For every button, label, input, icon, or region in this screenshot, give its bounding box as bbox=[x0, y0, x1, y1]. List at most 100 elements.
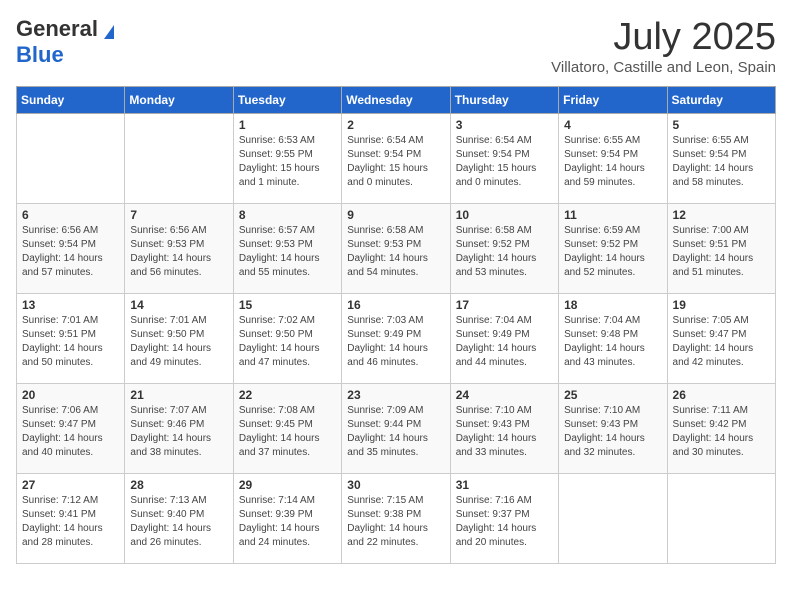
day-info: Sunrise: 6:58 AM Sunset: 9:52 PM Dayligh… bbox=[456, 224, 553, 280]
day-cell: 28 Sunrise: 7:13 AM Sunset: 9:40 PM Dayli… bbox=[125, 474, 233, 564]
day-info: Sunrise: 7:10 AM Sunset: 9:43 PM Dayligh… bbox=[564, 404, 661, 460]
header-row: SundayMondayTuesdayWednesdayThursdayFrid… bbox=[17, 87, 776, 114]
day-number: 13 bbox=[22, 298, 119, 312]
day-number: 12 bbox=[673, 208, 770, 222]
month-title: July 2025 bbox=[551, 16, 776, 59]
day-number: 16 bbox=[347, 298, 444, 312]
day-info: Sunrise: 7:05 AM Sunset: 9:47 PM Dayligh… bbox=[673, 314, 770, 370]
day-number: 7 bbox=[130, 208, 227, 222]
day-number: 11 bbox=[564, 208, 661, 222]
day-number: 18 bbox=[564, 298, 661, 312]
day-number: 6 bbox=[22, 208, 119, 222]
day-info: Sunrise: 7:06 AM Sunset: 9:47 PM Dayligh… bbox=[22, 404, 119, 460]
day-cell: 5 Sunrise: 6:55 AM Sunset: 9:54 PM Daylig… bbox=[667, 114, 775, 204]
day-number: 27 bbox=[22, 478, 119, 492]
day-info: Sunrise: 7:01 AM Sunset: 9:51 PM Dayligh… bbox=[22, 314, 119, 370]
day-number: 9 bbox=[347, 208, 444, 222]
logo-general-text: General bbox=[16, 16, 98, 41]
day-header-tuesday: Tuesday bbox=[233, 87, 341, 114]
calendar-table: SundayMondayTuesdayWednesdayThursdayFrid… bbox=[16, 86, 776, 564]
day-cell: 7 Sunrise: 6:56 AM Sunset: 9:53 PM Daylig… bbox=[125, 204, 233, 294]
day-cell: 13 Sunrise: 7:01 AM Sunset: 9:51 PM Dayli… bbox=[17, 294, 125, 384]
day-info: Sunrise: 7:04 AM Sunset: 9:49 PM Dayligh… bbox=[456, 314, 553, 370]
day-number: 15 bbox=[239, 298, 336, 312]
day-number: 28 bbox=[130, 478, 227, 492]
day-header-thursday: Thursday bbox=[450, 87, 558, 114]
day-cell: 15 Sunrise: 7:02 AM Sunset: 9:50 PM Dayli… bbox=[233, 294, 341, 384]
day-cell: 16 Sunrise: 7:03 AM Sunset: 9:49 PM Dayli… bbox=[342, 294, 450, 384]
day-header-sunday: Sunday bbox=[17, 87, 125, 114]
day-cell: 14Sunrise: 7:01 AM Sunset: 9:50 PM Dayli… bbox=[125, 294, 233, 384]
day-info: Sunrise: 7:04 AM Sunset: 9:48 PM Dayligh… bbox=[564, 314, 661, 370]
day-number: 5 bbox=[673, 118, 770, 132]
day-number: 29 bbox=[239, 478, 336, 492]
day-number: 26 bbox=[673, 388, 770, 402]
day-info: Sunrise: 7:00 AM Sunset: 9:51 PM Dayligh… bbox=[673, 224, 770, 280]
day-info: Sunrise: 7:12 AM Sunset: 9:41 PM Dayligh… bbox=[22, 494, 119, 550]
day-info: Sunrise: 7:03 AM Sunset: 9:49 PM Dayligh… bbox=[347, 314, 444, 370]
day-info: Sunrise: 6:54 AM Sunset: 9:54 PM Dayligh… bbox=[347, 134, 444, 190]
day-cell: 26Sunrise: 7:11 AM Sunset: 9:42 PM Dayli… bbox=[667, 384, 775, 474]
day-info: Sunrise: 6:57 AM Sunset: 9:53 PM Dayligh… bbox=[239, 224, 336, 280]
day-number: 23 bbox=[347, 388, 444, 402]
header: General Blue July 2025 Villatoro, Castil… bbox=[16, 16, 776, 76]
week-row-1: 1Sunrise: 6:53 AM Sunset: 9:55 PM Daylig… bbox=[17, 114, 776, 204]
day-info: Sunrise: 7:09 AM Sunset: 9:44 PM Dayligh… bbox=[347, 404, 444, 460]
day-cell: 23 Sunrise: 7:09 AM Sunset: 9:44 PM Dayli… bbox=[342, 384, 450, 474]
day-cell: 11 Sunrise: 6:59 AM Sunset: 9:52 PM Dayli… bbox=[559, 204, 667, 294]
day-header-monday: Monday bbox=[125, 87, 233, 114]
day-info: Sunrise: 6:55 AM Sunset: 9:54 PM Dayligh… bbox=[673, 134, 770, 190]
day-info: Sunrise: 7:13 AM Sunset: 9:40 PM Dayligh… bbox=[130, 494, 227, 550]
day-cell bbox=[667, 474, 775, 564]
day-number: 24 bbox=[456, 388, 553, 402]
day-info: Sunrise: 7:08 AM Sunset: 9:45 PM Dayligh… bbox=[239, 404, 336, 460]
day-info: Sunrise: 7:10 AM Sunset: 9:43 PM Dayligh… bbox=[456, 404, 553, 460]
day-cell: 21Sunrise: 7:07 AM Sunset: 9:46 PM Dayli… bbox=[125, 384, 233, 474]
logo: General Blue bbox=[16, 16, 114, 68]
day-info: Sunrise: 6:58 AM Sunset: 9:53 PM Dayligh… bbox=[347, 224, 444, 280]
day-cell: 8 Sunrise: 6:57 AM Sunset: 9:53 PM Daylig… bbox=[233, 204, 341, 294]
day-header-wednesday: Wednesday bbox=[342, 87, 450, 114]
day-cell: 17Sunrise: 7:04 AM Sunset: 9:49 PM Dayli… bbox=[450, 294, 558, 384]
week-row-3: 13 Sunrise: 7:01 AM Sunset: 9:51 PM Dayli… bbox=[17, 294, 776, 384]
day-info: Sunrise: 7:07 AM Sunset: 9:46 PM Dayligh… bbox=[130, 404, 227, 460]
day-info: Sunrise: 6:53 AM Sunset: 9:55 PM Dayligh… bbox=[239, 134, 336, 190]
day-cell bbox=[559, 474, 667, 564]
day-cell: 4Sunrise: 6:55 AM Sunset: 9:54 PM Daylig… bbox=[559, 114, 667, 204]
day-cell: 9 Sunrise: 6:58 AM Sunset: 9:53 PM Daylig… bbox=[342, 204, 450, 294]
day-number: 2 bbox=[347, 118, 444, 132]
day-info: Sunrise: 6:56 AM Sunset: 9:54 PM Dayligh… bbox=[22, 224, 119, 280]
day-cell: 31Sunrise: 7:16 AM Sunset: 9:37 PM Dayli… bbox=[450, 474, 558, 564]
day-number: 30 bbox=[347, 478, 444, 492]
day-header-friday: Friday bbox=[559, 87, 667, 114]
day-info: Sunrise: 7:01 AM Sunset: 9:50 PM Dayligh… bbox=[130, 314, 227, 370]
day-cell: 29 Sunrise: 7:14 AM Sunset: 9:39 PM Dayli… bbox=[233, 474, 341, 564]
day-cell: 10 Sunrise: 6:58 AM Sunset: 9:52 PM Dayli… bbox=[450, 204, 558, 294]
day-info: Sunrise: 6:59 AM Sunset: 9:52 PM Dayligh… bbox=[564, 224, 661, 280]
day-info: Sunrise: 7:15 AM Sunset: 9:38 PM Dayligh… bbox=[347, 494, 444, 550]
day-cell: 24 Sunrise: 7:10 AM Sunset: 9:43 PM Dayli… bbox=[450, 384, 558, 474]
location-title: Villatoro, Castille and Leon, Spain bbox=[551, 59, 776, 76]
day-cell: 1Sunrise: 6:53 AM Sunset: 9:55 PM Daylig… bbox=[233, 114, 341, 204]
day-cell: 12 Sunrise: 7:00 AM Sunset: 9:51 PM Dayli… bbox=[667, 204, 775, 294]
day-number: 10 bbox=[456, 208, 553, 222]
day-cell: 19 Sunrise: 7:05 AM Sunset: 9:47 PM Dayli… bbox=[667, 294, 775, 384]
day-info: Sunrise: 6:56 AM Sunset: 9:53 PM Dayligh… bbox=[130, 224, 227, 280]
day-cell: 27 Sunrise: 7:12 AM Sunset: 9:41 PM Dayli… bbox=[17, 474, 125, 564]
day-number: 8 bbox=[239, 208, 336, 222]
day-cell: 30 Sunrise: 7:15 AM Sunset: 9:38 PM Dayli… bbox=[342, 474, 450, 564]
day-cell: 25 Sunrise: 7:10 AM Sunset: 9:43 PM Dayli… bbox=[559, 384, 667, 474]
day-cell: 22Sunrise: 7:08 AM Sunset: 9:45 PM Dayli… bbox=[233, 384, 341, 474]
week-row-4: 20Sunrise: 7:06 AM Sunset: 9:47 PM Dayli… bbox=[17, 384, 776, 474]
day-number: 25 bbox=[564, 388, 661, 402]
logo-blue-text: Blue bbox=[16, 42, 64, 67]
day-info: Sunrise: 7:02 AM Sunset: 9:50 PM Dayligh… bbox=[239, 314, 336, 370]
day-cell bbox=[17, 114, 125, 204]
day-cell: 20Sunrise: 7:06 AM Sunset: 9:47 PM Dayli… bbox=[17, 384, 125, 474]
day-info: Sunrise: 7:14 AM Sunset: 9:39 PM Dayligh… bbox=[239, 494, 336, 550]
day-info: Sunrise: 6:54 AM Sunset: 9:54 PM Dayligh… bbox=[456, 134, 553, 190]
day-number: 19 bbox=[673, 298, 770, 312]
week-row-2: 6 Sunrise: 6:56 AM Sunset: 9:54 PM Daylig… bbox=[17, 204, 776, 294]
title-area: July 2025 Villatoro, Castille and Leon, … bbox=[551, 16, 776, 76]
day-cell bbox=[125, 114, 233, 204]
